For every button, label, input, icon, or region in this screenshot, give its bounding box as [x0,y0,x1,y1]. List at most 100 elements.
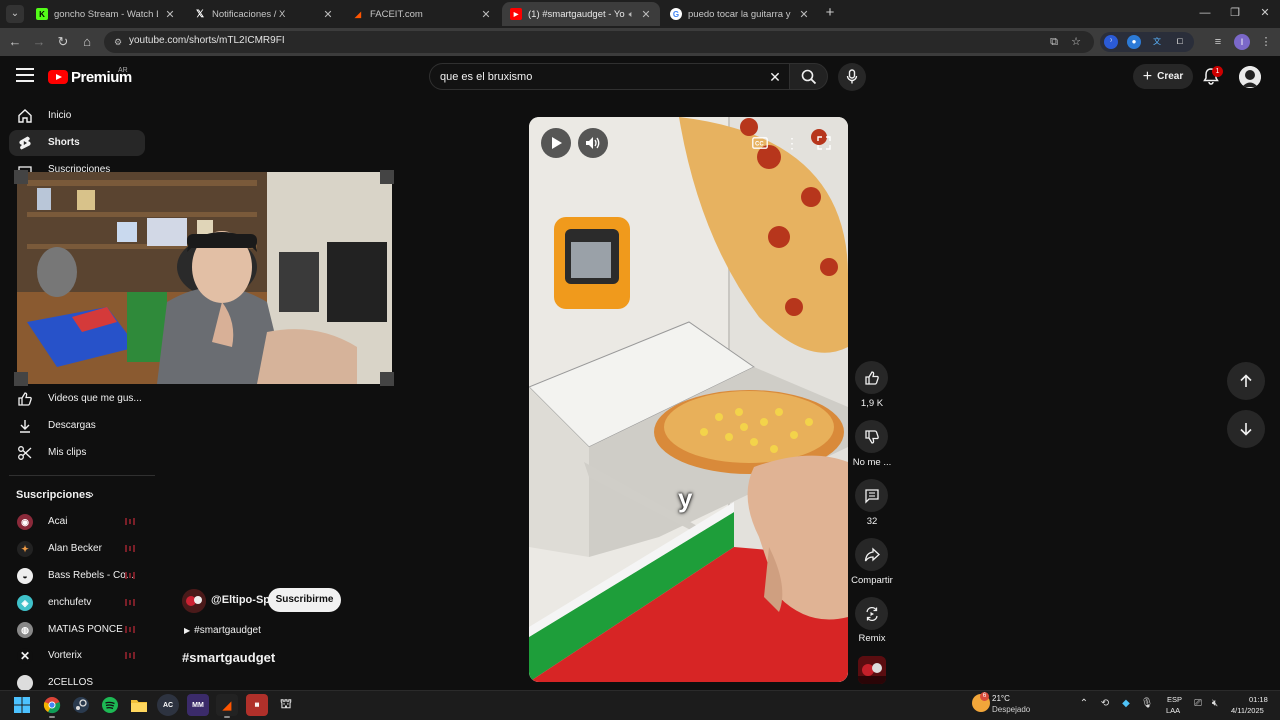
overlay-frame-corner [14,372,28,386]
speaker-icon[interactable]: 🔈︎ [629,9,634,20]
reading-list-icon[interactable]: ≡ [1210,34,1226,50]
spotify-icon[interactable] [99,694,121,716]
display-network-icon[interactable]: ⎚ [1191,697,1205,711]
sidebar-item-downloads[interactable]: Descargas [9,413,145,439]
subscription-item[interactable]: ◈ enchufetv [9,590,145,616]
close-tab-icon[interactable]: ✕ [640,8,652,21]
tab-youtube-active[interactable]: ▶ (1) #smartgaudget - YouTube 🔈︎ ✕ [502,2,660,26]
windows-start-icon[interactable] [11,694,33,716]
clear-search-icon[interactable]: ✕ [766,68,784,86]
subscriptions-header[interactable]: Suscripciones [16,489,91,501]
subscription-item[interactable]: ✦ Alan Becker [9,536,145,562]
mm-app-icon[interactable]: MM [187,694,209,716]
input-language[interactable]: ESP [1167,695,1182,704]
extension-icon[interactable]: ● [1127,35,1141,49]
comments-button[interactable] [855,479,888,512]
subscription-item[interactable]: ◒ Bass Rebels - Co... [9,563,145,589]
faceit-icon[interactable]: ◢ [216,694,238,716]
speaker-muted-icon[interactable]: 🔇︎ [1208,697,1222,711]
running-indicator [49,716,55,718]
like-button[interactable] [855,361,888,394]
tab-kick[interactable]: K goncho Stream - Watch Live on ✕ [28,2,184,26]
hamburger-menu-icon[interactable] [16,68,34,84]
close-tab-icon[interactable]: ✕ [164,8,176,21]
remix-button[interactable] [855,597,888,630]
game-app-icon[interactable]: ▦ [246,694,268,716]
install-app-icon[interactable]: ⧉ [1046,34,1062,50]
file-explorer-icon[interactable] [128,694,150,716]
sidebar-item-label: Videos que me gus... [48,393,142,404]
create-button[interactable]: + Crear [1133,64,1193,89]
voice-search-button[interactable] [838,63,866,91]
puzzle-icon[interactable]: ⧠ [1173,35,1187,49]
short-title[interactable]: #smartgaudget [182,650,275,665]
hashtag-expand-toggle[interactable]: ▶ #smartgaudget [184,625,261,636]
previous-short-button[interactable] [1227,362,1265,400]
audio-thumbnail[interactable] [858,656,886,684]
keyboard-layout[interactable]: LAA [1166,706,1180,715]
bookmark-star-icon[interactable]: ☆ [1068,34,1084,50]
account-avatar[interactable] [1239,66,1261,88]
tab-google[interactable]: G puedo tocar la guitarra y aprender ✕ [662,2,818,26]
sidebar-item-clips[interactable]: Mis clips [9,440,145,466]
faceit-anticheat-icon[interactable]: AC [157,694,179,716]
forward-icon[interactable]: → [30,33,48,51]
subscription-item[interactable]: ✕ Vorterix [9,643,145,669]
plus-icon: + [1142,67,1153,85]
thumbs-up-icon [864,370,879,385]
profile-avatar-icon[interactable]: I [1234,34,1250,50]
clock-date[interactable]: 4/11/2025 [1231,706,1264,715]
volume-button[interactable] [578,128,608,158]
channel-avatar: ◉ [17,514,33,530]
search-query[interactable]: que es el bruxismo [440,71,532,83]
show-hidden-icons-chevron-icon[interactable]: ⌃ [1077,697,1091,711]
subscription-item[interactable]: ◉ Acai [9,509,145,535]
subscription-item[interactable]: ◍ MATIAS PONCE [9,617,145,643]
subscribe-button[interactable]: Suscribirme [268,588,341,612]
steam-icon[interactable] [70,694,92,716]
tab-search-button[interactable]: ⌄ [6,5,24,23]
sidebar-item-liked-videos[interactable]: Videos que me gus... [9,386,145,412]
close-tab-icon[interactable]: ✕ [480,8,492,21]
sidebar-item-shorts[interactable]: Shorts [9,130,145,156]
overlay-frame-corner [14,170,28,184]
search-button[interactable] [789,63,828,90]
channel-handle[interactable]: @Eltipo-Sp [211,594,270,606]
dislike-button[interactable] [855,420,888,453]
create-label: Crear [1157,71,1184,82]
channel-avatar[interactable] [182,589,206,613]
more-menu-icon[interactable]: ⋮ [1258,34,1274,50]
new-tab-icon[interactable]: + [822,5,838,21]
share-button[interactable] [855,538,888,571]
microphone-tray-icon[interactable]: 🎙︎ [1140,697,1154,711]
network-app-icon[interactable]: ◆ [1119,697,1133,711]
play-button[interactable] [541,128,571,158]
search-input[interactable]: que es el bruxismo ✕ [429,63,791,90]
reload-icon[interactable]: ↻ [54,33,72,51]
close-tab-icon[interactable]: ✕ [322,8,334,21]
back-icon[interactable]: ← [6,33,24,51]
fullscreen-icon[interactable] [813,132,835,154]
clock-time[interactable]: 01:18 [1249,695,1268,704]
site-info-icon[interactable]: ⚙ [112,36,124,48]
address-bar[interactable]: ⚙ youtube.com/shorts/mTL2ICMR9FI ⧉ ☆ [104,31,1094,53]
next-short-button[interactable] [1227,410,1265,448]
minimize-icon[interactable]: — [1195,4,1215,22]
home-icon[interactable]: ⌂ [78,33,96,51]
tab-x[interactable]: 𝕏 Notificaciones / X ✕ [186,2,342,26]
streaming-app-icon[interactable]: ⛫ [275,694,297,716]
more-options-icon[interactable]: ⋮ [781,132,803,154]
short-video-player[interactable]: CC ⋮ [529,117,848,682]
extension-icon[interactable]: ⁾ [1104,35,1118,49]
restore-icon[interactable]: ❐ [1225,4,1245,22]
translate-extension-icon[interactable]: 文 [1150,35,1164,49]
chrome-icon[interactable] [41,694,63,716]
captions-icon[interactable]: CC [749,132,771,154]
chevron-right-icon[interactable]: › [90,489,94,501]
tab-faceit[interactable]: ◢ FACEIT.com ✕ [344,2,500,26]
url-text[interactable]: youtube.com/shorts/mTL2ICMR9FI [129,35,285,46]
sync-icon[interactable]: ⟲ [1098,697,1112,711]
close-window-icon[interactable]: ✕ [1255,4,1275,22]
close-tab-icon[interactable]: ✕ [798,8,810,21]
sidebar-item-inicio[interactable]: Inicio [9,103,145,129]
